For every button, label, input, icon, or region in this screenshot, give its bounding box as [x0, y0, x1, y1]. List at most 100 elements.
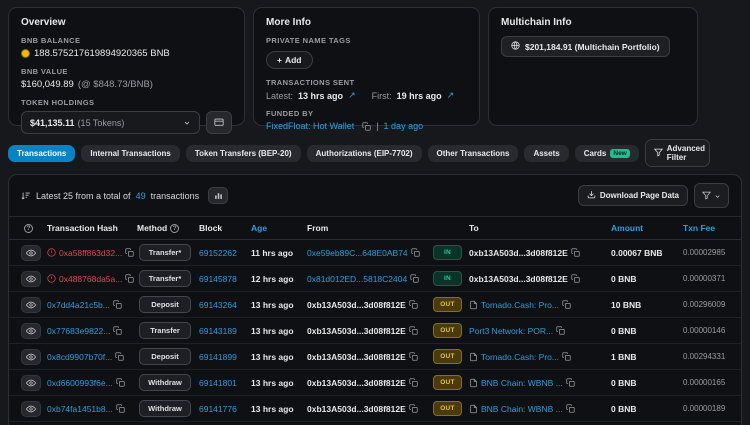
- age-value: 13 hrs ago: [251, 325, 294, 336]
- from-address[interactable]: 0xb13A503d...3d08f812E: [307, 300, 406, 310]
- summary-count-link[interactable]: 49: [136, 191, 146, 201]
- col-age-sort[interactable]: Age: [251, 223, 307, 233]
- copy-icon[interactable]: [409, 404, 418, 413]
- advanced-filter-label: Advanced Filter: [666, 144, 705, 162]
- copy-icon[interactable]: [113, 300, 122, 309]
- copy-icon[interactable]: [556, 326, 565, 335]
- copy-icon[interactable]: [571, 274, 580, 283]
- sort-icon: [21, 191, 31, 201]
- copy-icon[interactable]: [562, 300, 571, 309]
- copy-icon[interactable]: [410, 274, 419, 283]
- col-txn-fee-sort[interactable]: Txn Fee: [683, 223, 729, 233]
- to-address[interactable]: 0xb13A503d...3d08f812E: [469, 248, 568, 258]
- overview-card: Overview BNB BALANCE 188.575217619894920…: [8, 7, 245, 134]
- tab-cards[interactable]: Cards New: [574, 144, 639, 162]
- bnb-balance-value: 188.575217619894920365 BNB: [34, 48, 170, 59]
- tx-hash-link[interactable]: 0x488768da5a...: [59, 274, 122, 284]
- block-link[interactable]: 69152262: [199, 248, 237, 258]
- to-address[interactable]: BNB Chain: WBNB ...: [481, 378, 563, 388]
- tx-hash-link[interactable]: 0x7dd4a21c5b...: [47, 300, 110, 310]
- copy-icon[interactable]: [411, 248, 420, 257]
- token-holdings-dropdown[interactable]: $41,135.11 (15 Tokens): [21, 111, 200, 134]
- multichain-portfolio-button[interactable]: $201,184.91 (Multichain Portfolio): [501, 36, 670, 57]
- bnb-value-label: BNB VALUE: [21, 67, 68, 76]
- arrow-up-right-icon[interactable]: ↗: [447, 90, 455, 101]
- from-address[interactable]: 0xb13A503d...3d08f812E: [307, 352, 406, 362]
- eye-icon: [26, 248, 36, 258]
- funded-age-link[interactable]: 1 day ago: [384, 121, 424, 131]
- to-address[interactable]: Tornado.Cash: Pro...: [481, 352, 559, 362]
- tab-other-transactions[interactable]: Other Transactions: [427, 144, 519, 162]
- to-address[interactable]: BNB Chain: WBNB ...: [481, 404, 563, 414]
- txn-fee-value: 0.00000165: [683, 378, 726, 387]
- arrow-up-right-icon[interactable]: ↗: [348, 90, 356, 101]
- copy-icon[interactable]: [362, 121, 371, 131]
- copy-icon[interactable]: [116, 378, 125, 387]
- download-label: Download Page Data: [599, 191, 679, 200]
- to-address[interactable]: 0xb13A503d...3d08f812E: [469, 274, 568, 284]
- eye-button[interactable]: [21, 348, 41, 365]
- tab-authorizations[interactable]: Authorizations (EIP-7702): [306, 144, 422, 162]
- amount-value: 1 BNB: [611, 351, 637, 362]
- tab-internal-transactions[interactable]: Internal Transactions: [81, 144, 180, 162]
- tx-hash-link[interactable]: 0xa58ff863d32...: [59, 248, 122, 258]
- summary-suffix: transactions: [150, 190, 200, 201]
- copy-icon[interactable]: [409, 378, 418, 387]
- block-link[interactable]: 69141801: [199, 378, 237, 388]
- block-link[interactable]: 69141776: [199, 404, 237, 414]
- eye-button[interactable]: [21, 244, 41, 261]
- copy-icon[interactable]: [566, 378, 575, 387]
- tab-transactions[interactable]: Transactions: [8, 144, 76, 162]
- copy-icon[interactable]: [115, 352, 124, 361]
- tx-hash-link[interactable]: 0x77683e9822...: [47, 326, 110, 336]
- tx-hash-link[interactable]: 0xb74fa1451b8...: [47, 404, 113, 414]
- copy-icon[interactable]: [125, 248, 134, 257]
- age-value: 13 hrs ago: [251, 299, 294, 310]
- chart-button[interactable]: [208, 187, 229, 204]
- block-link[interactable]: 69143189: [199, 326, 237, 336]
- tab-token-transfers[interactable]: Token Transfers (BEP-20): [185, 144, 301, 162]
- copy-icon[interactable]: [409, 352, 418, 361]
- block-link[interactable]: 69141899: [199, 352, 237, 362]
- copy-icon[interactable]: [562, 352, 571, 361]
- from-address[interactable]: 0xb13A503d...3d08f812E: [307, 404, 406, 414]
- funded-by-link[interactable]: FixedFloat: Hot Wallet: [266, 121, 354, 131]
- col-block: Block: [199, 223, 223, 233]
- wallet-icon: [214, 115, 224, 130]
- tx-hash-link[interactable]: 0x8cd9907b70f...: [47, 352, 112, 362]
- eye-button[interactable]: [21, 322, 41, 339]
- from-address[interactable]: 0xb13A503d...3d08f812E: [307, 326, 406, 336]
- to-address[interactable]: Tornado.Cash: Pro...: [481, 300, 559, 310]
- eye-button[interactable]: [21, 270, 41, 287]
- eye-button[interactable]: [21, 400, 41, 417]
- wallet-button[interactable]: [206, 111, 232, 134]
- copy-icon[interactable]: [113, 326, 122, 335]
- copy-icon[interactable]: [116, 404, 125, 413]
- block-link[interactable]: 69143264: [199, 300, 237, 310]
- copy-icon[interactable]: [409, 300, 418, 309]
- table-filter-button[interactable]: [694, 183, 729, 208]
- tx-hash-link[interactable]: 0xd6600993f6e...: [47, 378, 113, 388]
- copy-icon[interactable]: [409, 326, 418, 335]
- block-link[interactable]: 69145878: [199, 274, 237, 284]
- copy-icon[interactable]: [571, 248, 580, 257]
- eye-button[interactable]: [21, 374, 41, 391]
- eye-button[interactable]: [21, 296, 41, 313]
- chevron-down-icon: [183, 119, 191, 127]
- tab-cards-label: Cards: [583, 148, 607, 158]
- advanced-filter-button[interactable]: Advanced Filter: [645, 140, 709, 166]
- bnb-coin-icon: [21, 49, 30, 58]
- from-address[interactable]: 0xe59eb89C...648E0AB74: [307, 248, 408, 258]
- download-page-data-button[interactable]: Download Page Data: [577, 185, 688, 206]
- copy-icon[interactable]: [125, 274, 134, 283]
- latest-label: Latest:: [266, 90, 294, 101]
- copy-icon[interactable]: [566, 404, 575, 413]
- add-private-tag-button[interactable]: + Add: [266, 51, 313, 69]
- to-address[interactable]: Port3 Network: POR...: [469, 326, 553, 336]
- download-icon: [587, 190, 596, 201]
- col-from: From: [307, 223, 329, 233]
- col-amount-sort[interactable]: Amount: [611, 223, 683, 233]
- tab-assets[interactable]: Assets: [524, 144, 569, 162]
- from-address[interactable]: 0x81d012ED...5818C2404: [307, 274, 407, 284]
- from-address[interactable]: 0xb13A503d...3d08f812E: [307, 378, 406, 388]
